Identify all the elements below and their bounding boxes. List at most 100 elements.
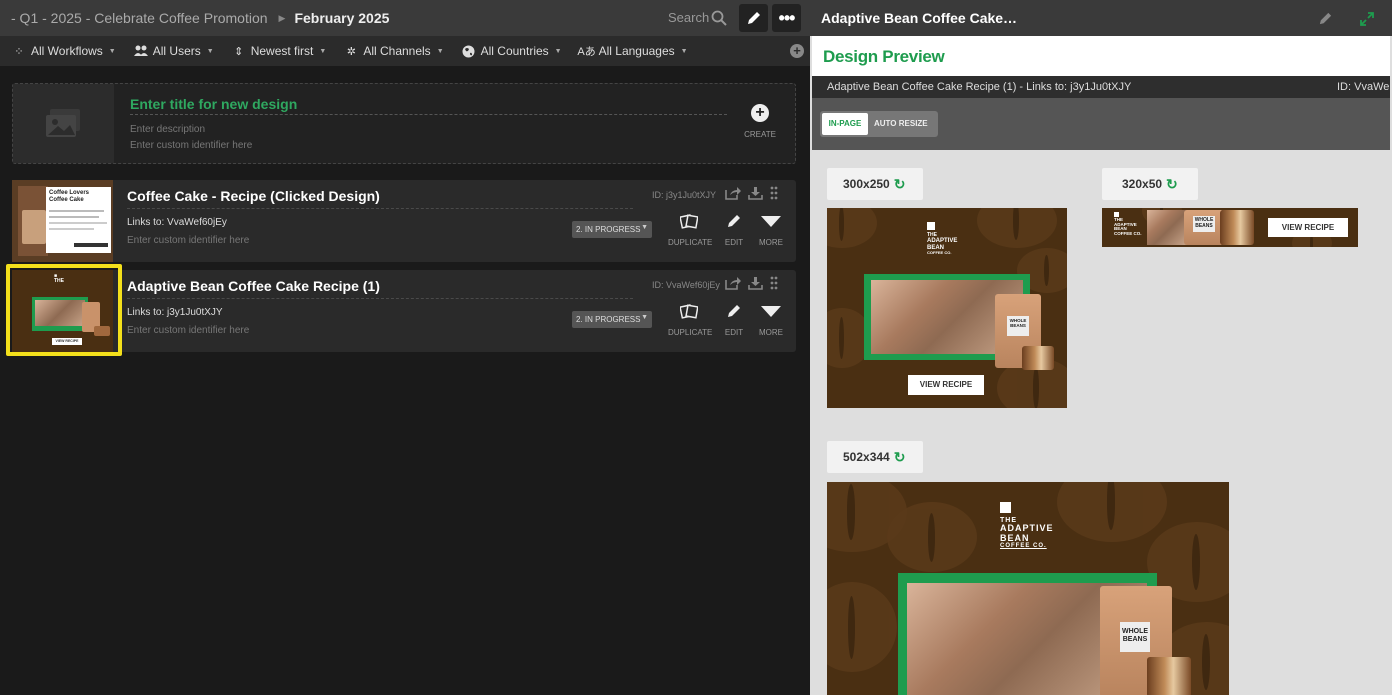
- design-thumbnail[interactable]: Coffee Lovers Coffee Cake: [12, 180, 113, 262]
- download-icon[interactable]: [748, 186, 763, 200]
- bag-label: WHOLE BEANS: [1120, 622, 1150, 652]
- pencil-icon: [728, 215, 740, 227]
- new-design-title-input[interactable]: Enter title for new design: [130, 96, 297, 112]
- size-tag-320x50[interactable]: 320x50 ↻: [1102, 168, 1198, 200]
- view-recipe-button[interactable]: VIEW RECIPE: [1268, 218, 1348, 237]
- bag-label-line: WHOLE: [1121, 628, 1149, 635]
- brand-logo: THE ADAPTIVE BEAN COFFEE CO.: [927, 222, 957, 255]
- mode-autoresize-button[interactable]: AUTO RESIZE: [874, 113, 928, 135]
- view-recipe-button[interactable]: VIEW RECIPE: [908, 375, 984, 395]
- status-dropdown[interactable]: 2. IN PROGRESS ▼: [572, 311, 652, 328]
- refresh-icon[interactable]: ↻: [894, 176, 906, 193]
- duplicate-label: DUPLICATE: [668, 238, 713, 247]
- channels-icon: ✲: [346, 45, 356, 58]
- filter-users[interactable]: All Users ▼: [133, 44, 214, 58]
- filter-label: All Users: [152, 44, 201, 58]
- new-design-identifier-input[interactable]: Enter custom identifier here: [130, 140, 252, 151]
- filter-sort[interactable]: ⇕ Newest first ▼: [232, 44, 327, 58]
- chevron-down-icon: ▼: [206, 47, 214, 55]
- status-label: 2. IN PROGRESS: [576, 315, 641, 324]
- size-tag-300x250[interactable]: 300x250 ↻: [827, 168, 923, 200]
- preview-panel-title: Adaptive Bean Coffee Cake…: [821, 10, 1018, 26]
- more-button[interactable]: MORE: [750, 213, 792, 247]
- new-design-description-input[interactable]: Enter description: [130, 124, 205, 135]
- share-icon[interactable]: [725, 186, 741, 200]
- ad-preview-320x50[interactable]: THE ADAPTIVE BEAN COFFEE CO. WHOLE BEANS…: [1102, 208, 1358, 247]
- new-design-card: Enter title for new design Enter descrip…: [12, 83, 796, 164]
- filter-channels[interactable]: ✲ All Channels ▼: [344, 44, 444, 58]
- filter-workflows[interactable]: ⁘ All Workflows ▼: [12, 44, 115, 58]
- filter-bar: ⁘ All Workflows ▼ All Users ▼ ⇕ Newest f…: [0, 36, 810, 66]
- edit-mode-button[interactable]: [739, 4, 768, 32]
- thumbnail-title: Coffee Lovers Coffee Cake: [49, 190, 90, 203]
- divider: [130, 114, 727, 115]
- top-bar: - Q1 - 2025 - Celebrate Coffee Promotion…: [0, 0, 810, 36]
- filter-label: All Languages: [598, 44, 675, 58]
- ad-preview-300x250[interactable]: THE ADAPTIVE BEAN COFFEE CO. WHOLE BEANS…: [827, 208, 1067, 408]
- preview-info-bar: Adaptive Bean Coffee Cake Recipe (1) - L…: [812, 76, 1390, 98]
- design-title[interactable]: Adaptive Bean Coffee Cake Recipe (1): [127, 278, 380, 294]
- chevron-down-icon: ▼: [641, 224, 648, 231]
- design-card[interactable]: Coffee Lovers Coffee Cake Coffee Cake - …: [12, 180, 796, 262]
- drag-handle-icon[interactable]: [770, 186, 778, 200]
- ad-preview-502x344[interactable]: THE ADAPTIVE BEAN COFFEE CO. WHOLE BEANS: [827, 482, 1229, 695]
- more-options-button[interactable]: •••: [772, 4, 801, 32]
- refresh-icon[interactable]: ↻: [894, 449, 906, 466]
- more-label: MORE: [759, 238, 783, 247]
- design-title[interactable]: Coffee Cake - Recipe (Clicked Design): [127, 188, 380, 204]
- duplicate-icon: [679, 214, 699, 229]
- more-button[interactable]: MORE: [750, 303, 792, 337]
- duplicate-icon: [679, 304, 699, 319]
- bag-label-line: BEANS: [1010, 322, 1026, 328]
- bag-label-line: BEANS: [1195, 222, 1213, 229]
- status-dropdown[interactable]: 2. IN PROGRESS ▼: [572, 221, 652, 238]
- card-toolbar: [725, 276, 778, 290]
- filter-label: All Workflows: [31, 44, 103, 58]
- filter-languages[interactable]: Aあ All Languages ▼: [577, 44, 687, 58]
- create-label: CREATE: [744, 130, 776, 139]
- search-icon[interactable]: [711, 10, 727, 26]
- image-placeholder-icon: [45, 108, 80, 137]
- pencil-icon: [728, 305, 740, 317]
- mode-inpage-button[interactable]: IN-PAGE: [822, 113, 868, 135]
- create-button[interactable]: + CREATE: [744, 104, 776, 139]
- chevron-down-icon: ▼: [554, 47, 562, 55]
- cake-slice: [1022, 346, 1054, 370]
- duplicate-button[interactable]: DUPLICATE: [668, 303, 712, 337]
- drag-handle-icon[interactable]: [770, 276, 778, 290]
- design-identifier-input[interactable]: Enter custom identifier here: [127, 325, 249, 336]
- language-icon: Aあ: [577, 46, 596, 58]
- add-filter-icon[interactable]: +: [790, 44, 804, 58]
- size-tag-502x344[interactable]: 502x344 ↻: [827, 441, 923, 473]
- cake-slice: [1147, 657, 1191, 695]
- cake-slice: [1220, 210, 1254, 245]
- globe-icon: [462, 44, 476, 58]
- download-icon[interactable]: [748, 276, 763, 290]
- divider: [127, 298, 633, 299]
- mode-toggle: IN-PAGE AUTO RESIZE: [820, 111, 938, 137]
- design-identifier-input[interactable]: Enter custom identifier here: [127, 235, 249, 246]
- bag-label: WHOLE BEANS: [1193, 216, 1215, 232]
- logo-line: COFFEE CO.: [1114, 231, 1142, 237]
- app-window: - Q1 - 2025 - Celebrate Coffee Promotion…: [0, 0, 1392, 695]
- search-label[interactable]: Search: [668, 10, 709, 25]
- edit-label: EDIT: [724, 328, 744, 337]
- more-label: MORE: [759, 328, 783, 337]
- filter-label: All Channels: [363, 44, 431, 58]
- breadcrumb-current: February 2025: [294, 10, 390, 26]
- edit-button[interactable]: EDIT: [714, 303, 754, 337]
- duplicate-button[interactable]: DUPLICATE: [668, 213, 713, 247]
- selected-thumbnail-highlight: [6, 264, 122, 356]
- card-toolbar: [725, 186, 778, 200]
- refresh-icon[interactable]: ↻: [1166, 176, 1178, 193]
- edit-button[interactable]: EDIT: [714, 213, 754, 247]
- image-placeholder[interactable]: [13, 84, 114, 163]
- plus-circle-icon: +: [751, 104, 769, 122]
- breadcrumb-parent[interactable]: - Q1 - 2025 - Celebrate Coffee Promotion: [11, 10, 268, 26]
- design-card[interactable]: ■ THE VIEW RECIPE Adaptive Bean Coffee Ca…: [12, 270, 796, 352]
- share-icon[interactable]: [725, 276, 741, 290]
- expand-icon[interactable]: [1359, 11, 1375, 27]
- pencil-icon[interactable]: [1318, 11, 1333, 26]
- filter-countries[interactable]: All Countries ▼: [462, 44, 562, 58]
- chevron-down-icon: ▼: [319, 47, 327, 55]
